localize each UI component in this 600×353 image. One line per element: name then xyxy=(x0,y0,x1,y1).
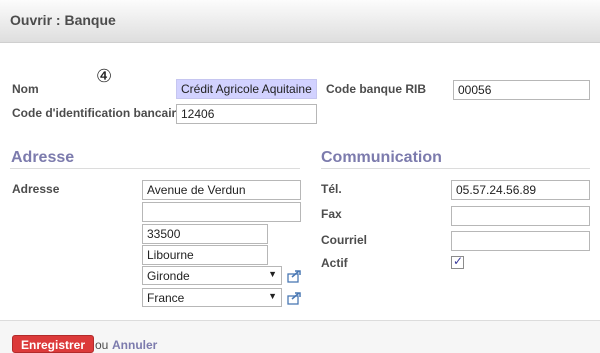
country-select[interactable]: France ▼ xyxy=(142,288,282,307)
save-button[interactable]: Enregistrer xyxy=(12,335,95,353)
cancel-link[interactable]: Annuler xyxy=(112,338,157,352)
chevron-down-icon: ▼ xyxy=(268,291,277,301)
street2-input[interactable] xyxy=(142,202,301,222)
communication-separator xyxy=(321,168,590,169)
nom-label: Nom xyxy=(12,82,39,96)
page-title: Ouvrir : Banque xyxy=(10,12,116,28)
adresse-section-title: Adresse xyxy=(11,149,75,166)
form-header: Ouvrir : Banque xyxy=(0,0,600,43)
or-text: ou xyxy=(95,338,109,352)
nom-input[interactable]: Crédit Agricole Aquitaine xyxy=(176,79,317,99)
email-input[interactable] xyxy=(451,231,590,251)
city-input[interactable]: Libourne xyxy=(142,245,268,265)
email-label: Courriel xyxy=(321,233,368,247)
state-value: Gironde xyxy=(147,269,190,283)
street-input[interactable]: Avenue de Verdun xyxy=(142,180,301,200)
chevron-down-icon: ▼ xyxy=(268,269,277,279)
code-id-label: Code d'identification bancaire xyxy=(12,106,183,120)
state-select[interactable]: Gironde ▼ xyxy=(142,266,282,285)
adresse-label: Adresse xyxy=(12,182,60,196)
code-rib-label: Code banque RIB xyxy=(326,82,427,96)
zip-input[interactable]: 33500 xyxy=(142,224,268,244)
tel-label: Tél. xyxy=(321,182,342,196)
code-rib-input[interactable]: 00056 xyxy=(453,80,590,100)
fax-label: Fax xyxy=(321,207,342,221)
checkmark-icon: ✓ xyxy=(453,254,464,268)
adresse-separator xyxy=(10,168,300,169)
external-link-icon[interactable] xyxy=(287,269,303,283)
country-value: France xyxy=(147,291,185,305)
code-id-input[interactable]: 12406 xyxy=(176,104,317,124)
tel-input[interactable]: 05.57.24.56.89 xyxy=(451,180,590,200)
external-link-icon[interactable] xyxy=(287,291,303,305)
annotation-marker: ④ xyxy=(96,66,113,86)
actif-label: Actif xyxy=(321,256,348,270)
actif-checkbox[interactable]: ✓ xyxy=(451,254,464,269)
communication-section-title: Communication xyxy=(321,149,442,166)
fax-input[interactable] xyxy=(451,206,590,226)
